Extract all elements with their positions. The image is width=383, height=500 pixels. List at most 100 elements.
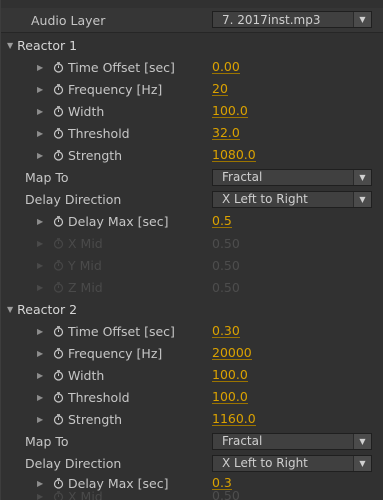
r1-strength-row: ▶ Strength 1080.0 [1, 144, 383, 166]
chevron-down-icon: ▼ [353, 12, 371, 27]
r1-map-to-value: Fractal [222, 170, 263, 184]
triangle-right-icon: ▶ [37, 260, 44, 270]
r2-delay-direction-dropdown[interactable]: X Left to Right ▼ [212, 454, 372, 472]
r1-frequency-value[interactable]: 20 [212, 82, 228, 96]
r1-time-offset-value[interactable]: 0.00 [212, 60, 240, 74]
triangle-right-icon[interactable]: ▶ [37, 479, 49, 488]
r2-map-to-value: Fractal [222, 434, 263, 448]
r1-width-row: ▶ Width 100.0 [1, 100, 383, 122]
r2-map-to-dropdown[interactable]: Fractal ▼ [212, 432, 372, 450]
r2-map-to-label: Map To [25, 433, 69, 449]
r1-y-mid-label: Y Mid [68, 257, 102, 273]
r1-z-mid-row: ▶ Z Mid 0.50 [1, 276, 383, 298]
r1-delay-direction-row: Delay Direction X Left to Right ▼ [1, 188, 383, 210]
audio-layer-dropdown[interactable]: 7. 2017inst.mp3 ▼ [212, 11, 372, 28]
triangle-right-icon[interactable]: ▶ [37, 85, 49, 94]
chevron-down-icon: ▼ [353, 433, 371, 449]
r2-time-offset-row: ▶ Time Offset [sec] 0.30 [1, 320, 383, 342]
r1-z-mid-value: 0.50 [212, 279, 240, 295]
r1-x-mid-label: X Mid [68, 235, 103, 251]
stopwatch-icon[interactable] [53, 369, 64, 381]
r1-threshold-row: ▶ Threshold 32.0 [1, 122, 383, 144]
r2-map-to-row: Map To Fractal ▼ [1, 430, 383, 452]
r1-delay-max-value[interactable]: 0.5 [212, 214, 232, 228]
r1-delay-direction-dropdown[interactable]: X Left to Right ▼ [212, 190, 372, 208]
r1-y-mid-row: ▶ Y Mid 0.50 [1, 254, 383, 276]
r1-map-to-dropdown[interactable]: Fractal ▼ [212, 168, 372, 186]
triangle-down-icon[interactable]: ▼ [7, 305, 13, 314]
r1-strength-label: Strength [68, 147, 123, 163]
stopwatch-icon[interactable] [53, 347, 64, 359]
reactor-2-header[interactable]: ▼ Reactor 2 [1, 298, 383, 320]
triangle-right-icon: ▶ [37, 492, 44, 500]
stopwatch-icon[interactable] [53, 215, 64, 227]
r2-width-row: ▶ Width 100.0 [1, 364, 383, 386]
r2-x-mid-label: X Mid [68, 490, 103, 500]
audio-layer-row: Audio Layer 7. 2017inst.mp3 ▼ [1, 8, 383, 33]
r1-z-mid-label: Z Mid [68, 279, 103, 295]
r2-threshold-value[interactable]: 100.0 [212, 390, 248, 404]
r2-delay-max-value[interactable]: 0.3 [212, 476, 232, 490]
triangle-right-icon[interactable]: ▶ [37, 393, 49, 402]
stopwatch-icon[interactable] [53, 391, 64, 403]
stopwatch-icon [53, 259, 64, 271]
r2-threshold-label: Threshold [68, 389, 130, 405]
stopwatch-icon [53, 491, 64, 500]
r2-frequency-label: Frequency [Hz] [68, 345, 163, 361]
r1-delay-max-label: Delay Max [sec] [68, 213, 169, 229]
reactor-1-header[interactable]: ▼ Reactor 1 [1, 34, 383, 56]
triangle-right-icon: ▶ [37, 282, 44, 292]
stopwatch-icon [53, 237, 64, 249]
r2-delay-max-label: Delay Max [sec] [68, 475, 169, 491]
r1-strength-value[interactable]: 1080.0 [212, 148, 256, 162]
r1-delay-max-row: ▶ Delay Max [sec] 0.5 [1, 210, 383, 232]
r1-map-to-row: Map To Fractal ▼ [1, 166, 383, 188]
stopwatch-icon[interactable] [53, 413, 64, 425]
reactor-2-title: Reactor 2 [17, 301, 78, 317]
r1-delay-direction-label: Delay Direction [25, 191, 122, 207]
r2-time-offset-value[interactable]: 0.30 [212, 324, 240, 338]
audio-layer-label: Audio Layer [31, 12, 106, 28]
r2-width-label: Width [68, 367, 105, 383]
r2-time-offset-label: Time Offset [sec] [68, 323, 175, 339]
r2-frequency-value[interactable]: 20000 [212, 346, 252, 360]
triangle-right-icon[interactable]: ▶ [37, 327, 49, 336]
stopwatch-icon[interactable] [53, 325, 64, 337]
r2-width-value[interactable]: 100.0 [212, 368, 248, 382]
triangle-right-icon[interactable]: ▶ [37, 63, 49, 72]
triangle-right-icon[interactable]: ▶ [37, 217, 49, 226]
chevron-down-icon: ▼ [353, 455, 371, 471]
r1-threshold-value[interactable]: 32.0 [212, 126, 240, 140]
r1-width-value[interactable]: 100.0 [212, 104, 248, 118]
r2-delay-direction-value: X Left to Right [222, 456, 308, 470]
stopwatch-icon[interactable] [53, 105, 64, 117]
r2-strength-value[interactable]: 1160.0 [212, 412, 256, 426]
r2-threshold-row: ▶ Threshold 100.0 [1, 386, 383, 408]
triangle-right-icon[interactable]: ▶ [37, 349, 49, 358]
r2-strength-row: ▶ Strength 1160.0 [1, 408, 383, 430]
stopwatch-icon[interactable] [53, 149, 64, 161]
triangle-right-icon[interactable]: ▶ [37, 107, 49, 116]
r2-strength-label: Strength [68, 411, 123, 427]
r1-x-mid-value: 0.50 [212, 235, 240, 251]
triangle-right-icon[interactable]: ▶ [37, 415, 49, 424]
r1-delay-direction-value: X Left to Right [222, 192, 308, 206]
stopwatch-icon[interactable] [53, 61, 64, 73]
reactor-1-title: Reactor 1 [17, 37, 78, 53]
r2-x-mid-value: 0.50 [212, 490, 240, 500]
triangle-right-icon: ▶ [37, 238, 44, 248]
triangle-down-icon[interactable]: ▼ [7, 41, 13, 50]
r2-delay-direction-row: Delay Direction X Left to Right ▼ [1, 452, 383, 474]
triangle-right-icon[interactable]: ▶ [37, 151, 49, 160]
r1-map-to-label: Map To [25, 169, 69, 185]
stopwatch-icon[interactable] [53, 477, 64, 489]
triangle-right-icon[interactable]: ▶ [37, 129, 49, 138]
triangle-right-icon[interactable]: ▶ [37, 371, 49, 380]
r1-frequency-label: Frequency [Hz] [68, 81, 163, 97]
stopwatch-icon[interactable] [53, 83, 64, 95]
audio-layer-value: 7. 2017inst.mp3 [222, 12, 321, 27]
stopwatch-icon[interactable] [53, 127, 64, 139]
r1-time-offset-row: ▶ Time Offset [sec] 0.00 [1, 56, 383, 78]
r1-width-label: Width [68, 103, 105, 119]
r1-y-mid-value: 0.50 [212, 257, 240, 273]
